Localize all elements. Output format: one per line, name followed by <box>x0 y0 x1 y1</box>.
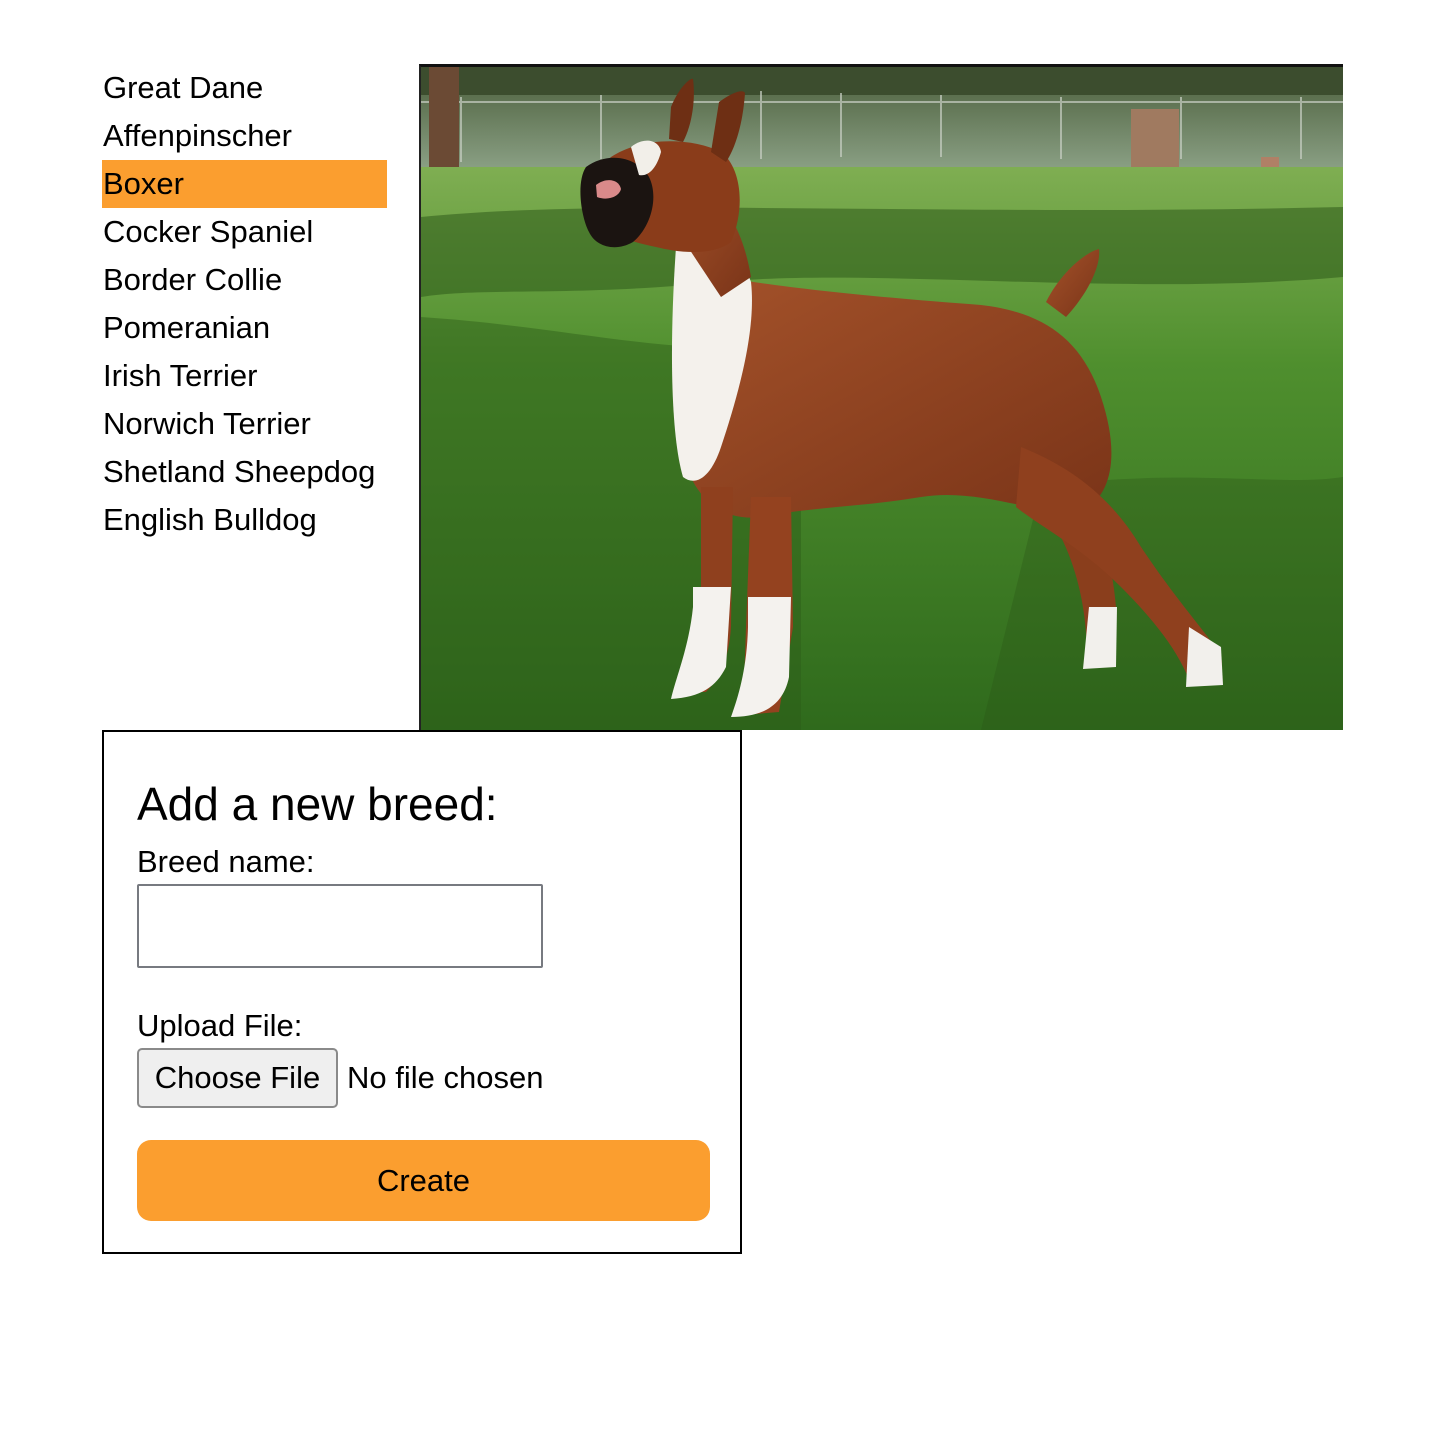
breed-photo <box>419 64 1343 730</box>
create-button[interactable]: Create <box>137 1140 710 1221</box>
breed-item-irish-terrier[interactable]: Irish Terrier <box>102 352 387 400</box>
breed-item-affenpinscher[interactable]: Affenpinscher <box>102 112 387 160</box>
breed-item-boxer[interactable]: Boxer <box>102 160 387 208</box>
breed-item-great-dane[interactable]: Great Dane <box>102 64 387 112</box>
add-breed-form: Add a new breed: Breed name: Upload File… <box>102 730 742 1254</box>
breed-name-input[interactable] <box>137 884 543 968</box>
upload-file-label: Upload File: <box>137 1008 303 1043</box>
breed-item-pomeranian[interactable]: Pomeranian <box>102 304 387 352</box>
breed-item-border-collie[interactable]: Border Collie <box>102 256 387 304</box>
breed-item-english-bulldog[interactable]: English Bulldog <box>102 496 387 544</box>
breed-item-cocker-spaniel[interactable]: Cocker Spaniel <box>102 208 387 256</box>
breed-item-norwich-terrier[interactable]: Norwich Terrier <box>102 400 387 448</box>
file-status-text: No file chosen <box>347 1060 544 1095</box>
breed-list: Great Dane Affenpinscher Boxer Cocker Sp… <box>102 64 387 544</box>
choose-file-button[interactable]: Choose File <box>137 1048 338 1108</box>
breed-name-label: Breed name: <box>137 844 315 879</box>
form-title: Add a new breed: <box>137 778 498 830</box>
breed-item-shetland-sheepdog[interactable]: Shetland Sheepdog <box>102 448 387 496</box>
